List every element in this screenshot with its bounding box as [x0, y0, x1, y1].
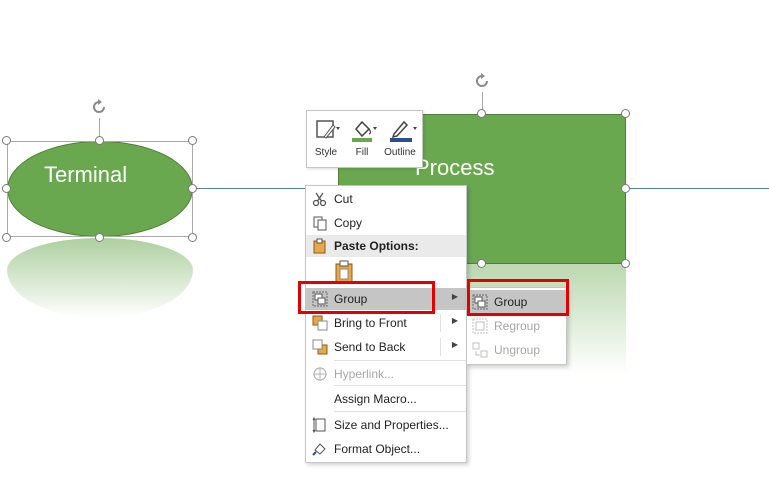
terminal-reflection	[7, 238, 193, 318]
menu-item-send-to-back[interactable]: Send to Back ▶	[306, 336, 466, 358]
connector-line-left	[193, 188, 306, 189]
shape-style-icon	[316, 120, 340, 139]
regroup-icon	[472, 318, 488, 334]
menu-item-size-properties[interactable]: Size and Properties...	[306, 414, 466, 436]
menu-item-copy[interactable]: Copy	[306, 212, 466, 234]
submenu-item-ungroup: Ungroup	[467, 338, 566, 362]
resize-handle[interactable]	[621, 184, 630, 193]
size-properties-icon	[312, 417, 326, 433]
outline-label: Outline	[384, 147, 416, 158]
menu-item-label: Cut	[334, 192, 353, 206]
menu-item-bring-to-front[interactable]: Bring to Front ▶	[306, 312, 466, 334]
menu-item-hyperlink: Hyperlink...	[306, 363, 466, 385]
scissors-icon	[312, 192, 327, 207]
split-divider	[440, 314, 441, 332]
menu-separator	[334, 411, 466, 412]
resize-handle[interactable]	[477, 259, 486, 268]
resize-handle[interactable]	[2, 184, 11, 193]
menu-item-label: Paste Options:	[334, 239, 419, 253]
split-divider	[440, 338, 441, 356]
hyperlink-icon	[313, 367, 327, 381]
menu-item-format-object[interactable]: Format Object...	[306, 438, 466, 460]
connector-line-right	[626, 188, 769, 189]
menu-item-label: Bring to Front	[334, 316, 407, 330]
resize-handle[interactable]	[188, 184, 197, 193]
menu-separator	[334, 385, 466, 386]
menu-separator	[334, 360, 466, 361]
pen-outline-icon	[390, 120, 417, 142]
menu-item-label: Format Object...	[334, 442, 421, 456]
format-object-icon	[312, 443, 326, 456]
submenu-item-label: Ungroup	[494, 343, 541, 357]
fill-button[interactable]: Fill	[343, 111, 381, 167]
submenu-item-regroup: Regroup	[467, 314, 566, 338]
style-button[interactable]: Style	[307, 111, 345, 167]
resize-handle[interactable]	[477, 109, 486, 118]
submenu-arrow-icon[interactable]: ▶	[452, 316, 458, 325]
resize-handle[interactable]	[188, 233, 197, 242]
context-menu: Cut Copy Paste Options: Group ▶ Bring to…	[305, 185, 467, 463]
selection-box	[7, 141, 193, 237]
callout-group-submenu-item	[467, 279, 569, 316]
menu-item-cut[interactable]: Cut	[306, 188, 466, 210]
style-label: Style	[314, 147, 338, 158]
paint-bucket-icon	[352, 120, 377, 142]
resize-handle[interactable]	[95, 233, 104, 242]
menu-item-label: Hyperlink...	[334, 367, 395, 381]
menu-item-assign-macro[interactable]: Assign Macro...	[306, 388, 466, 410]
menu-item-label: Size and Properties...	[334, 418, 449, 432]
resize-handle[interactable]	[2, 233, 11, 242]
fill-label: Fill	[355, 147, 369, 158]
menu-item-paste-options: Paste Options:	[306, 235, 466, 257]
resize-handle[interactable]	[2, 136, 11, 145]
outline-button[interactable]: Outline	[381, 111, 419, 167]
resize-handle[interactable]	[188, 136, 197, 145]
resize-handle[interactable]	[621, 259, 630, 268]
resize-handle[interactable]	[621, 109, 630, 118]
menu-item-label: Copy	[334, 216, 363, 230]
send-to-back-icon	[312, 339, 328, 355]
rotate-icon[interactable]	[89, 97, 109, 117]
ungroup-icon	[472, 342, 488, 358]
mini-toolbar: Style Fill Outline	[306, 110, 423, 168]
resize-handle[interactable]	[95, 136, 104, 145]
submenu-arrow-icon[interactable]: ▶	[452, 340, 458, 349]
rotate-icon[interactable]	[472, 71, 492, 91]
process-label: Process	[415, 155, 495, 180]
submenu-item-label: Regroup	[494, 319, 541, 333]
paste-icon	[313, 238, 326, 254]
bring-to-front-icon	[312, 315, 328, 331]
copy-icon	[313, 216, 327, 231]
menu-item-label: Assign Macro...	[334, 392, 417, 406]
callout-group-menu-item	[298, 281, 435, 314]
menu-item-label: Send to Back	[334, 340, 406, 354]
submenu-arrow-icon: ▶	[451, 292, 458, 301]
